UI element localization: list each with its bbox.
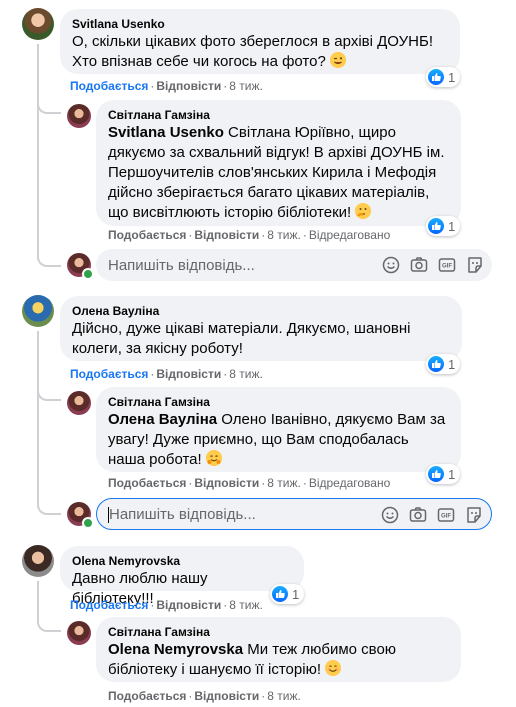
online-indicator — [82, 268, 94, 280]
avatar-svitlana-usenko[interactable] — [22, 8, 54, 40]
reply-time[interactable]: 8 тиж. — [267, 689, 301, 703]
like-button[interactable]: Подобається — [70, 367, 148, 381]
wink-emoji-icon — [329, 52, 346, 68]
reply-actions: Подобається · Відповісти · 8 тиж. · Відредагов… — [108, 476, 391, 490]
comment-text: Дійсно, дуже цікаві матеріали. Дякуємо, … — [72, 320, 411, 357]
reply-button[interactable]: Відповісти — [156, 598, 221, 612]
camera-icon[interactable] — [409, 506, 427, 524]
thread-line — [37, 331, 39, 501]
comment-author[interactable]: Olena Nemyrovska — [72, 553, 292, 569]
thread-line — [37, 44, 39, 259]
reply-time[interactable]: 8 тиж. — [267, 228, 301, 242]
reply-actions: Подобається · Відповісти · 8 тиж. · Відредагов… — [108, 228, 391, 242]
comment-actions: Подобається · Відповісти · 8 тиж. — [70, 598, 263, 612]
reaction-count[interactable]: 1 — [426, 464, 460, 484]
hugging-emoji-icon — [205, 450, 222, 466]
reply-button[interactable]: Відповісти — [156, 367, 221, 381]
reply-bubble: Світлана Гамзіна Svitlana Usenko Світлан… — [96, 100, 461, 226]
like-icon — [428, 69, 444, 85]
reply-time[interactable]: 8 тиж. — [267, 476, 301, 490]
thread-connector — [37, 90, 61, 114]
gif-icon[interactable]: GIF — [437, 506, 455, 524]
camera-icon[interactable] — [410, 256, 428, 274]
avatar-svitlana-gamzina[interactable] — [67, 621, 91, 645]
thread-connector — [37, 377, 61, 401]
reply-placeholder: Напишіть відповідь... — [108, 256, 255, 274]
mention-link[interactable]: Svitlana Usenko — [108, 124, 224, 141]
comment-text: О, скільки цікавих фото збереглося в арх… — [72, 33, 433, 70]
reaction-count[interactable]: 1 — [270, 584, 304, 604]
sticker-icon[interactable] — [466, 256, 484, 274]
emoji-icon[interactable] — [382, 256, 400, 274]
thinking-emoji-icon — [355, 203, 372, 219]
like-button[interactable]: Подобається — [70, 79, 148, 93]
like-button[interactable]: Подобається — [108, 476, 186, 490]
reply-button[interactable]: Відповісти — [194, 689, 259, 703]
reply-input[interactable]: Напишіть відповідь... GIF — [96, 249, 492, 281]
like-icon — [428, 218, 444, 234]
text-cursor — [108, 507, 109, 523]
like-icon — [428, 466, 444, 482]
avatar-svitlana-gamzina[interactable] — [67, 391, 91, 415]
reply-button[interactable]: Відповісти — [194, 476, 259, 490]
comment-bubble: Олена Вауліна Дійсно, дуже цікаві матері… — [60, 296, 462, 361]
reply-bubble: Світлана Гамзіна Олена Вауліна Олено Іва… — [96, 387, 461, 472]
reply-placeholder: Напишіть відповідь... — [109, 505, 256, 523]
comment-actions: Подобається · Відповісти · 8 тиж. — [70, 79, 263, 93]
reaction-count[interactable]: 1 — [426, 354, 460, 374]
reply-author[interactable]: Світлана Гамзіна — [108, 107, 449, 123]
gif-icon[interactable]: GIF — [438, 256, 456, 274]
smile-emoji-icon — [325, 660, 341, 676]
thread-connector — [37, 245, 61, 267]
svg-text:GIF: GIF — [441, 514, 451, 520]
like-button[interactable]: Подобається — [108, 689, 186, 703]
comment-bubble: Svitlana Usenko О, скільки цікавих фото … — [60, 9, 460, 74]
emoji-icon[interactable] — [381, 506, 399, 524]
like-icon — [428, 356, 444, 372]
comment-actions: Подобається · Відповісти · 8 тиж. — [70, 367, 263, 381]
avatar-svitlana-gamzina[interactable] — [67, 104, 91, 128]
reply-actions: Подобається · Відповісти · 8 тиж. — [108, 689, 301, 703]
reply-author[interactable]: Світлана Гамзіна — [108, 624, 449, 640]
input-toolbar: GIF — [381, 499, 483, 531]
comment-author[interactable]: Svitlana Usenko — [72, 16, 448, 32]
avatar-olena-nemyrovska[interactable] — [22, 545, 54, 577]
sticker-icon[interactable] — [465, 506, 483, 524]
like-icon — [272, 586, 288, 602]
reply-author[interactable]: Світлана Гамзіна — [108, 394, 449, 410]
reaction-count[interactable]: 1 — [426, 67, 460, 87]
reply-bubble: Світлана Гамзіна Olena Nemyrovska Ми теж… — [96, 617, 461, 682]
edited-label[interactable]: Відредаговано — [309, 476, 390, 490]
like-button[interactable]: Подобається — [108, 228, 186, 242]
thread-connector — [37, 608, 61, 632]
edited-label[interactable]: Відредаговано — [309, 228, 390, 242]
comment-time[interactable]: 8 тиж. — [229, 79, 263, 93]
like-button[interactable]: Подобається — [70, 598, 148, 612]
svg-text:GIF: GIF — [442, 264, 452, 270]
reaction-count[interactable]: 1 — [426, 216, 460, 236]
thread-connector — [37, 493, 61, 515]
comment-bubble: Olena Nemyrovska Давно люблю нашу бібліо… — [60, 546, 304, 607]
reply-button[interactable]: Відповісти — [156, 79, 221, 93]
comment-time[interactable]: 8 тиж. — [229, 367, 263, 381]
reply-button[interactable]: Відповісти — [194, 228, 259, 242]
mention-link[interactable]: Олена Вауліна — [108, 411, 217, 428]
online-indicator — [82, 517, 94, 529]
reply-input[interactable]: Напишіть відповідь... GIF — [96, 498, 492, 530]
comment-time[interactable]: 8 тиж. — [229, 598, 263, 612]
input-toolbar: GIF — [382, 249, 484, 281]
mention-link[interactable]: Olena Nemyrovska — [108, 641, 243, 658]
comment-author[interactable]: Олена Вауліна — [72, 303, 450, 319]
avatar-olena-vaulina[interactable] — [22, 295, 54, 327]
